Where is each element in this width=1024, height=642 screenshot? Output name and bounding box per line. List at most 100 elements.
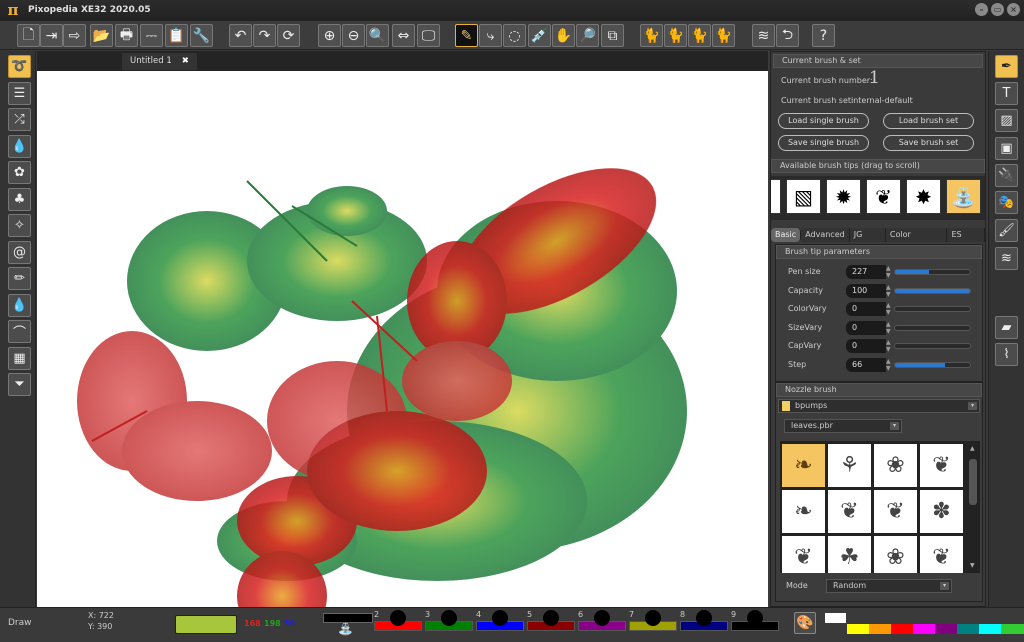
cat-3-icon[interactable]: 🐈 bbox=[688, 24, 711, 47]
drop-3-icon[interactable]: 💧 bbox=[8, 134, 31, 158]
zoom-in-icon[interactable]: ⊕ bbox=[318, 24, 341, 47]
tab-basic[interactable]: Basic bbox=[771, 228, 802, 242]
param-slider[interactable] bbox=[894, 306, 971, 312]
spin-arrows-icon[interactable]: ▲ ▼ bbox=[886, 358, 893, 372]
nozzle-image-cell[interactable]: ❦ bbox=[828, 490, 871, 533]
tab-advanced[interactable]: Advanced bbox=[801, 228, 850, 242]
text-icon[interactable]: T bbox=[995, 82, 1018, 105]
current-color-swatch[interactable] bbox=[175, 615, 237, 634]
adjust-sliders-icon[interactable]: ☰ bbox=[8, 81, 31, 105]
tab-es-rules[interactable]: ES rules bbox=[947, 228, 985, 253]
filter-funnel-icon[interactable]: ⏷ bbox=[8, 373, 31, 396]
image-frame-icon[interactable]: ▨ bbox=[995, 109, 1018, 132]
scanner-icon[interactable]: ⎓ bbox=[140, 24, 163, 47]
cat-1-icon[interactable]: 🐈 bbox=[640, 24, 663, 47]
param-slider[interactable] bbox=[894, 343, 971, 349]
nozzle-image-cell[interactable]: ⚘ bbox=[828, 444, 871, 487]
layers-icon[interactable]: ≋ bbox=[752, 24, 775, 47]
monitor-icon[interactable]: 🖵 bbox=[417, 24, 440, 47]
nozzle-image-cell[interactable]: ❀ bbox=[874, 444, 917, 487]
pencil-icon[interactable]: ✏ bbox=[8, 267, 31, 290]
param-value-input[interactable]: 100 bbox=[846, 283, 886, 298]
nozzle-image-cell[interactable]: ❦ bbox=[874, 490, 917, 533]
layers-stack-icon[interactable]: ≋ bbox=[995, 247, 1018, 270]
shuffle-icon[interactable]: ⤮ bbox=[8, 108, 31, 131]
secondary-color-swatch[interactable] bbox=[825, 613, 846, 623]
spin-arrows-icon[interactable]: ▲ ▼ bbox=[886, 321, 893, 335]
brush-tip[interactable]: ✺ bbox=[771, 179, 781, 214]
scroll-down-icon[interactable]: ▼ bbox=[970, 562, 975, 569]
drop-gear-icon[interactable]: 💧 bbox=[8, 293, 31, 317]
palette-color-swatch[interactable] bbox=[935, 624, 958, 634]
close-tab-icon[interactable]: ✖ bbox=[182, 53, 189, 70]
param-slider[interactable] bbox=[894, 287, 971, 294]
zoom-fit-icon[interactable]: 🔍 bbox=[366, 24, 389, 47]
drawing-canvas[interactable] bbox=[37, 71, 768, 607]
load-single-brush-button[interactable]: Load single brush bbox=[778, 113, 869, 129]
cat-4-icon[interactable]: 🐈 bbox=[712, 24, 735, 47]
brush-tool-icon[interactable]: ➰ bbox=[8, 55, 31, 78]
help-icon[interactable]: ? bbox=[812, 24, 835, 47]
copy-region-icon[interactable]: ⧉ bbox=[601, 24, 624, 47]
draw-pencil-icon[interactable]: ✎ bbox=[455, 24, 478, 47]
redo-icon[interactable]: ↷ bbox=[253, 24, 276, 47]
brush-tip[interactable]: ✹ bbox=[826, 179, 861, 214]
brush-tip[interactable]: ❦ bbox=[866, 179, 901, 214]
tab-jg-rules[interactable]: JG rules bbox=[849, 228, 886, 253]
palette-color-swatch[interactable] bbox=[847, 624, 870, 634]
image-icon[interactable]: ▣ bbox=[995, 137, 1018, 160]
brush-tip[interactable]: ✸ bbox=[906, 179, 941, 214]
plugin-icon[interactable]: 🔌 bbox=[995, 164, 1018, 187]
spin-arrows-icon[interactable]: ▲ ▼ bbox=[886, 302, 893, 316]
zoom-out-icon[interactable]: ⊖ bbox=[342, 24, 365, 47]
settings-wrench-icon[interactable]: 🔧 bbox=[190, 24, 213, 47]
spin-arrows-icon[interactable]: ▲ ▼ bbox=[886, 339, 893, 353]
new-file-icon[interactable]: 🗋 bbox=[17, 24, 40, 47]
param-slider[interactable] bbox=[894, 269, 971, 275]
nozzle-file-select[interactable]: leaves.pbr ▾ bbox=[784, 419, 902, 433]
palette-color-swatch[interactable] bbox=[957, 624, 980, 634]
import-icon[interactable]: ⇥ bbox=[40, 24, 63, 47]
palette-color-swatch[interactable] bbox=[1001, 624, 1024, 634]
maximize-button[interactable]: ▭ bbox=[991, 3, 1004, 16]
nozzle-image-cell[interactable]: ❦ bbox=[920, 444, 963, 487]
brush-tips-strip[interactable]: ✺▧✹❦✸⛲ bbox=[771, 176, 985, 220]
load-brush-set-button[interactable]: Load brush set bbox=[883, 113, 974, 129]
back-icon[interactable]: ⮌ bbox=[776, 24, 799, 47]
paint-brush-icon[interactable]: ✒ bbox=[995, 55, 1018, 78]
nozzle-image-cell[interactable]: ❦ bbox=[920, 536, 963, 573]
nozzle-image-cell[interactable]: ☘ bbox=[828, 536, 871, 573]
param-value-input[interactable]: 0 bbox=[846, 302, 886, 316]
magic-wand-icon[interactable]: ✧ bbox=[8, 214, 31, 237]
brush-tip[interactable]: ⛲ bbox=[946, 179, 981, 214]
curve-graph-icon[interactable]: ⌇ bbox=[995, 343, 1018, 366]
hand-pan-icon[interactable]: ✋ bbox=[552, 24, 575, 47]
clipboard-icon[interactable]: 📋 bbox=[165, 24, 188, 47]
mode-select[interactable]: Random ▾ bbox=[826, 579, 952, 593]
print-icon[interactable]: 🖶 bbox=[115, 24, 138, 47]
gradient-flag-icon[interactable]: ▰ bbox=[995, 316, 1018, 339]
cat-2-icon[interactable]: 🐈 bbox=[664, 24, 687, 47]
save-brush-set-button[interactable]: Save brush set bbox=[883, 135, 974, 151]
nozzle-image-cell[interactable]: ❀ bbox=[874, 536, 917, 573]
refresh-icon[interactable]: ⟳ bbox=[277, 24, 300, 47]
bezier-icon[interactable]: ⤷ bbox=[479, 24, 502, 47]
nozzle-image-cell[interactable]: ❧ bbox=[782, 490, 825, 533]
grid-icon[interactable]: ▦ bbox=[8, 346, 31, 370]
spin-arrows-icon[interactable]: ▲ ▼ bbox=[886, 265, 893, 279]
tab-color-sceheme[interactable]: Color sceheme bbox=[885, 228, 948, 253]
param-slider[interactable] bbox=[894, 361, 971, 368]
minimize-button[interactable]: – bbox=[975, 3, 988, 16]
nozzle-image-cell[interactable]: ❧ bbox=[782, 444, 825, 487]
open-folder-icon[interactable]: 📂 bbox=[90, 24, 113, 47]
spiral-icon[interactable]: @ bbox=[8, 240, 31, 264]
param-value-input[interactable]: 66 bbox=[846, 357, 886, 372]
document-tab[interactable]: Untitled 1 ✖ bbox=[122, 53, 197, 70]
param-slider[interactable] bbox=[894, 324, 971, 331]
palette-color-swatch[interactable] bbox=[869, 624, 892, 634]
selection-ellipse-icon[interactable]: ◌ bbox=[503, 24, 526, 47]
rainbow-icon[interactable]: ⌒ bbox=[8, 320, 31, 343]
undo-icon[interactable]: ↶ bbox=[229, 24, 252, 47]
fit-screen-icon[interactable]: ⇔ bbox=[392, 24, 415, 47]
nozzle-folder-select[interactable]: bpumps ▾ bbox=[778, 399, 980, 413]
